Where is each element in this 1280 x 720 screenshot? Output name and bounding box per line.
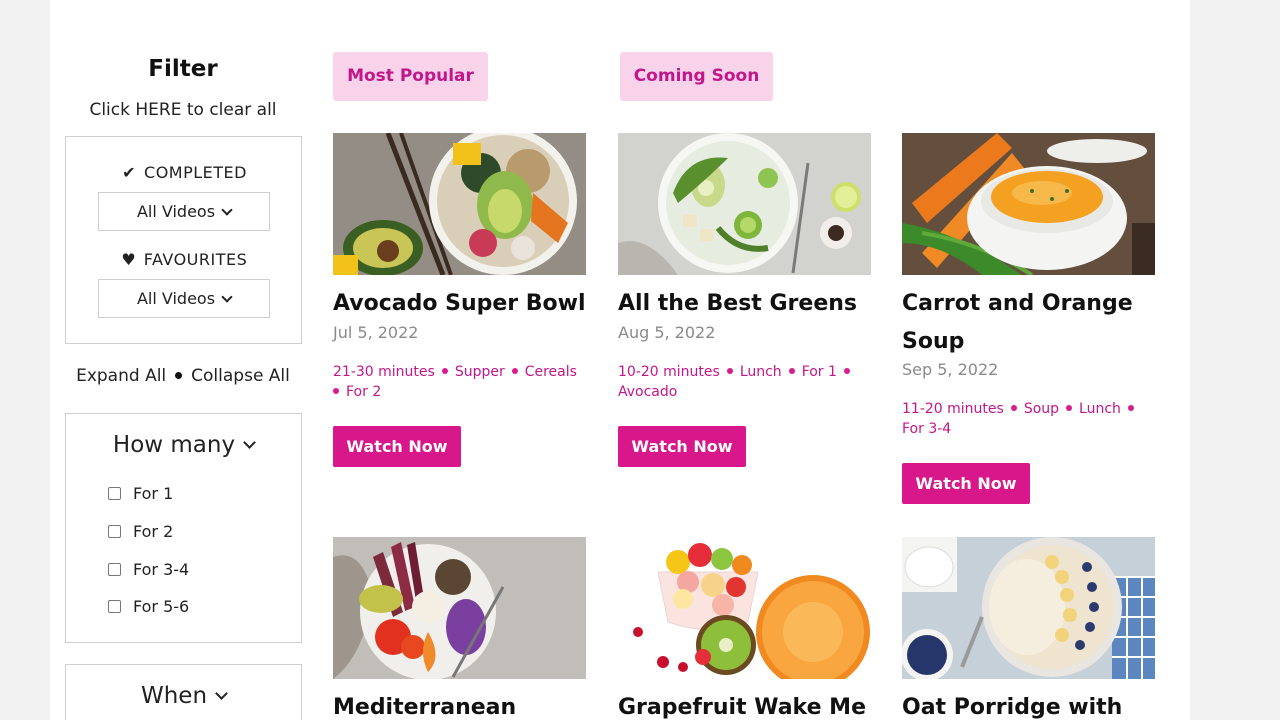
tag-separator: [726, 368, 733, 374]
checkbox[interactable]: [108, 487, 121, 500]
chevron-down-icon: [243, 436, 256, 449]
recipe-date: Jul 5, 2022: [333, 323, 419, 342]
option-for-5-6[interactable]: For 5-6: [108, 597, 189, 616]
tag-separator: [511, 368, 518, 374]
tag-separator: [441, 368, 448, 374]
option-for-1[interactable]: For 1: [108, 484, 173, 503]
how-many-accordion-header[interactable]: How many: [66, 432, 301, 458]
recipe-title[interactable]: Avocado Super Bowl: [333, 285, 593, 323]
checkbox[interactable]: [108, 600, 121, 613]
status-filter-box: ✔ COMPLETED All Videos ♥ FAVOURITES All Vi…: [65, 136, 302, 344]
tag-separator: [1066, 405, 1073, 411]
separator-dot: [175, 372, 183, 379]
option-for-2[interactable]: For 2: [108, 522, 173, 541]
completed-select[interactable]: All Videos: [98, 192, 270, 231]
recipe-tags: 11-20 minutes Soup Lunch For 3-4: [902, 399, 1155, 439]
recipe-image-best-greens[interactable]: [618, 133, 871, 275]
when-accordion-header[interactable]: When: [66, 683, 301, 709]
checkmark-icon: ✔: [122, 163, 136, 182]
chevron-down-icon: [221, 291, 233, 303]
tab-coming-soon[interactable]: Coming Soon: [620, 52, 773, 101]
when-filter-box: When: [65, 664, 302, 720]
recipe-date: Aug 5, 2022: [618, 323, 716, 342]
tag[interactable]: Lunch: [740, 364, 782, 380]
recipe-tags: 21-30 minutes Supper Cereals For 2: [333, 362, 586, 402]
recipe-image-mediterranean[interactable]: [333, 537, 586, 679]
option-label: For 5-6: [133, 597, 190, 616]
collapse-all-link[interactable]: Collapse All: [191, 366, 290, 386]
recipe-date: Sep 5, 2022: [902, 360, 999, 379]
favourites-label: FAVOURITES: [143, 250, 248, 269]
how-many-heading: How many: [112, 432, 236, 458]
tag[interactable]: Cereals: [525, 364, 577, 380]
chevron-down-icon: [215, 687, 228, 700]
recipe-image-avocado-bowl[interactable]: [333, 133, 586, 275]
recipe-title[interactable]: Oat Porridge with: [902, 689, 1162, 720]
clear-all-link[interactable]: Click HERE to clear all: [65, 100, 301, 120]
option-label: For 3-4: [133, 560, 190, 579]
recipe-image-grapefruit[interactable]: [618, 537, 871, 679]
tag-separator: [788, 368, 795, 374]
chevron-down-icon: [221, 204, 233, 216]
checkbox[interactable]: [108, 563, 121, 576]
option-label: For 2: [133, 522, 174, 541]
tag[interactable]: Supper: [455, 364, 505, 380]
how-many-filter-box: How many For 1 For 2 For 3-4 For 5-6: [65, 413, 302, 643]
tag[interactable]: 11-20 minutes: [902, 401, 1004, 417]
option-label: For 1: [133, 484, 174, 503]
favourites-select[interactable]: All Videos: [98, 279, 270, 318]
tag[interactable]: Soup: [1024, 401, 1059, 417]
recipe-title[interactable]: Mediterranean: [333, 689, 593, 720]
watch-now-button[interactable]: Watch Now: [902, 463, 1030, 504]
tag-separator: [1127, 405, 1134, 411]
favourites-row: ♥ FAVOURITES: [66, 250, 301, 269]
recipe-title[interactable]: Grapefruit Wake Me: [618, 689, 878, 720]
checkbox[interactable]: [108, 525, 121, 538]
tag[interactable]: For 3-4: [902, 421, 951, 437]
tab-most-popular[interactable]: Most Popular: [333, 52, 488, 101]
recipe-image-oat-porridge[interactable]: [902, 537, 1155, 679]
favourites-select-value: All Videos: [136, 289, 216, 308]
watch-now-button[interactable]: Watch Now: [333, 426, 461, 467]
tag-separator: [843, 368, 850, 374]
tag[interactable]: 10-20 minutes: [618, 364, 720, 380]
tag[interactable]: Avocado: [618, 384, 677, 400]
heart-icon: ♥: [121, 250, 137, 269]
expand-collapse-row: Expand All Collapse All: [65, 366, 301, 386]
page-container: Filter Click HERE to clear all ✔ COMPLETE…: [50, 0, 1190, 720]
option-for-3-4[interactable]: For 3-4: [108, 560, 189, 579]
recipe-title[interactable]: Carrot and Orange Soup: [902, 285, 1155, 361]
completed-row: ✔ COMPLETED: [66, 163, 301, 182]
recipe-title[interactable]: All the Best Greens: [618, 285, 878, 323]
recipe-image-carrot-soup[interactable]: [902, 133, 1155, 275]
tag[interactable]: For 2: [346, 384, 381, 400]
tag-separator: [1010, 405, 1017, 411]
when-heading: When: [140, 683, 208, 709]
watch-now-button[interactable]: Watch Now: [618, 426, 746, 467]
tag[interactable]: Lunch: [1079, 401, 1121, 417]
tag-separator: [333, 388, 339, 394]
tag[interactable]: For 1: [802, 364, 837, 380]
completed-select-value: All Videos: [136, 202, 216, 221]
recipe-tags: 10-20 minutes Lunch For 1 Avocado: [618, 362, 871, 402]
filter-title: Filter: [148, 56, 218, 82]
tag[interactable]: 21-30 minutes: [333, 364, 435, 380]
expand-all-link[interactable]: Expand All: [76, 366, 166, 386]
completed-label: COMPLETED: [144, 163, 247, 182]
